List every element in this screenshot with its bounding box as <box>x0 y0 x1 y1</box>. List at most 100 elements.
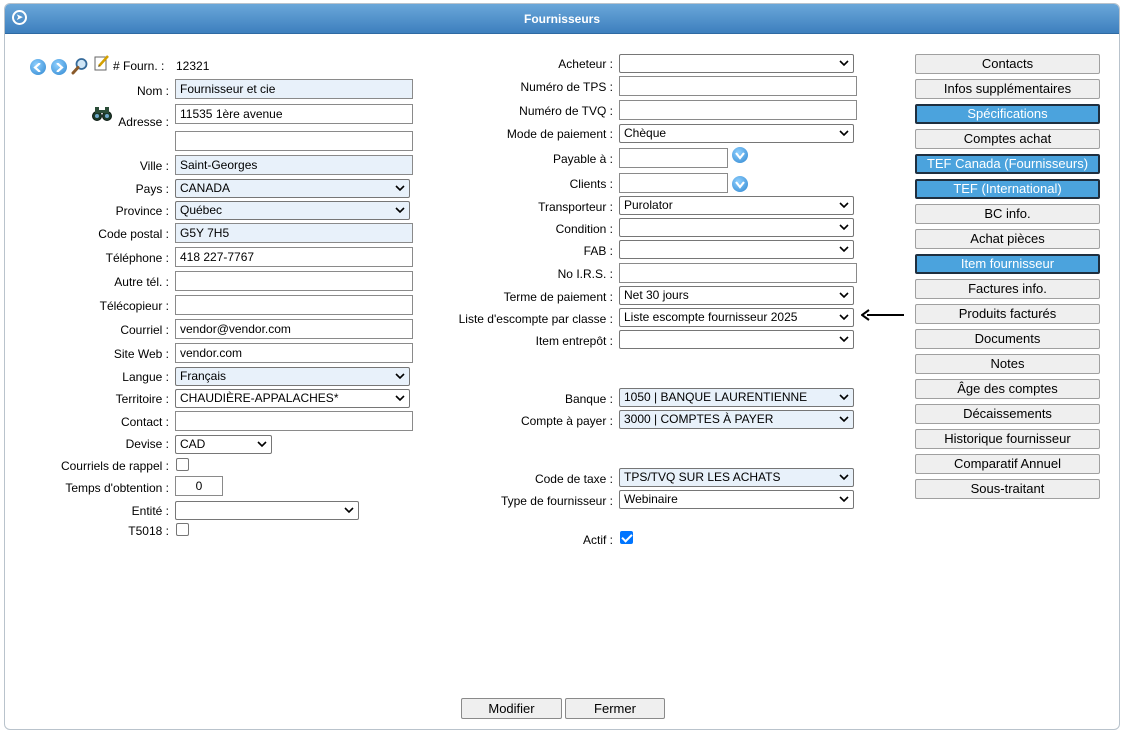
bank-select[interactable]: 1050 | BANQUE LAURENTIENNE <box>619 388 854 407</box>
clients-lookup-icon[interactable] <box>732 176 748 192</box>
sidebar-btn-documents[interactable]: Documents <box>915 329 1100 349</box>
payable-lookup-icon[interactable] <box>732 147 748 163</box>
tax-code-select-value: TPS/TVQ SUR LES ACHATS <box>624 470 781 484</box>
supplier-type-select[interactable]: Webinaire <box>619 490 854 509</box>
chevron-down-icon <box>839 314 849 321</box>
sidebar-btn-parts-purchase[interactable]: Achat pièces <box>915 229 1100 249</box>
bank-label: Banque : <box>564 392 613 406</box>
fob-label: FAB : <box>583 244 613 258</box>
sidebar-btn-annual-comparison[interactable]: Comparatif Annuel <box>915 454 1100 474</box>
close-button[interactable]: Fermer <box>565 698 665 719</box>
sidebar-btn-invoiced-products[interactable]: Produits facturés <box>915 304 1100 324</box>
lead-time-field[interactable]: 0 <box>175 476 223 496</box>
chevron-down-icon <box>839 202 849 209</box>
sidebar-btn-eft-international[interactable]: TEF (International) <box>915 179 1100 199</box>
tax-code-select[interactable]: TPS/TVQ SUR LES ACHATS <box>619 468 854 487</box>
sidebar-btn-supplier-history[interactable]: Historique fournisseur <box>915 429 1100 449</box>
entity-select[interactable] <box>175 501 359 520</box>
chevron-down-icon <box>344 507 354 514</box>
sidebar-btn-disbursements[interactable]: Décaissements <box>915 404 1100 424</box>
territory-select[interactable]: CHAUDIÈRE-APPALACHES* <box>175 389 410 408</box>
qst-number-field[interactable] <box>619 100 857 120</box>
city-field[interactable]: Saint-Georges <box>175 155 413 175</box>
condition-select[interactable] <box>619 218 854 237</box>
reminder-emails-checkbox[interactable] <box>176 458 189 471</box>
phone-label: Téléphone : <box>105 251 169 265</box>
sidebar-btn-purchase-accounts[interactable]: Comptes achat <box>915 129 1100 149</box>
warehouse-item-select[interactable] <box>619 330 854 349</box>
postal-code-label: Code postal : <box>98 227 169 241</box>
carrier-select-value: Purolator <box>624 198 673 212</box>
gst-number-field[interactable] <box>619 76 857 96</box>
email-label: Courriel : <box>120 323 169 337</box>
arrow-left-icon <box>861 309 904 321</box>
currency-label: Devise : <box>125 437 169 451</box>
carrier-select[interactable]: Purolator <box>619 196 854 215</box>
irs-number-field[interactable] <box>619 263 857 283</box>
sidebar-btn-contacts[interactable]: Contacts <box>915 54 1100 74</box>
fax-field[interactable] <box>175 295 413 315</box>
sidebar-btn-eft-canada[interactable]: TEF Canada (Fournisseurs) <box>915 154 1100 174</box>
sidebar-btn-account-aging[interactable]: Âge des comptes <box>915 379 1100 399</box>
province-select[interactable]: Québec <box>175 201 410 220</box>
country-select[interactable]: CANADA <box>175 179 410 198</box>
territory-label: Territoire : <box>115 392 169 406</box>
edit-icon[interactable] <box>94 54 110 71</box>
sidebar-btn-subcontractor[interactable]: Sous-traitant <box>915 479 1100 499</box>
accounts-payable-select[interactable]: 3000 | COMPTES À PAYER <box>619 410 854 429</box>
clients-label: Clients : <box>569 177 613 191</box>
phone-field[interactable]: 418 227-7767 <box>175 247 413 267</box>
bank-select-value: 1050 | BANQUE LAURENTIENNE <box>624 390 808 404</box>
website-field[interactable]: vendor.com <box>175 343 413 363</box>
discount-list-select[interactable]: Liste escompte fournisseur 2025 <box>619 308 854 327</box>
tax-code-label: Code de taxe : <box>534 472 613 486</box>
contact-field[interactable] <box>175 411 413 431</box>
country-label: Pays : <box>135 182 169 196</box>
lead-time-label: Temps d'obtention : <box>65 481 169 495</box>
name-field[interactable]: Fournisseur et cie <box>175 79 413 99</box>
previous-record-icon[interactable] <box>30 59 46 75</box>
chevron-down-icon <box>395 185 405 192</box>
sidebar-btn-po-info[interactable]: BC info. <box>915 204 1100 224</box>
buyer-select[interactable] <box>619 54 854 73</box>
other-phone-label: Autre tél. : <box>114 275 169 289</box>
search-icon[interactable] <box>71 57 89 75</box>
website-label: Site Web : <box>113 347 169 361</box>
email-field[interactable]: vendor@vendor.com <box>175 319 413 339</box>
sidebar-btn-additional-info[interactable]: Infos supplémentaires <box>915 79 1100 99</box>
postal-code-field[interactable]: G5Y 7H5 <box>175 223 413 243</box>
other-phone-field[interactable] <box>175 271 413 291</box>
qst-number-label: Numéro de TVQ : <box>519 104 613 118</box>
language-select[interactable]: Français <box>175 367 410 386</box>
t5018-checkbox[interactable] <box>176 523 189 536</box>
sidebar-btn-invoices-info[interactable]: Factures info. <box>915 279 1100 299</box>
next-record-icon[interactable] <box>51 59 67 75</box>
clients-field[interactable] <box>619 173 728 193</box>
chevron-down-icon <box>839 246 849 253</box>
sidebar-btn-notes[interactable]: Notes <box>915 354 1100 374</box>
chevron-down-icon <box>257 441 267 448</box>
payable-to-field[interactable] <box>619 148 728 168</box>
payment-method-select[interactable]: Chèque <box>619 124 854 143</box>
chevron-down-icon <box>839 292 849 299</box>
address-line2-field[interactable] <box>175 131 413 151</box>
address-line1-field[interactable]: 11535 1ère avenue <box>175 104 413 124</box>
modify-button[interactable]: Modifier <box>461 698 562 719</box>
condition-label: Condition : <box>555 222 613 236</box>
window-title: Fournisseurs <box>523 12 601 26</box>
titlebar: ➤ Fournisseurs <box>5 4 1119 34</box>
chevron-down-icon <box>839 224 849 231</box>
supplier-number-label: # Fourn. : <box>113 59 165 73</box>
language-select-value: Français <box>180 369 227 383</box>
entity-label: Entité : <box>131 504 169 518</box>
sidebar-btn-supplier-item[interactable]: Item fournisseur <box>915 254 1100 274</box>
fob-select[interactable] <box>619 240 854 259</box>
chevron-down-icon <box>839 60 849 67</box>
active-checkbox[interactable] <box>620 531 633 544</box>
currency-select[interactable]: CAD <box>175 435 272 454</box>
sidebar-btn-specifications[interactable]: Spécifications <box>915 104 1100 124</box>
supplier-number-value: 12321 <box>176 59 210 73</box>
payment-terms-select[interactable]: Net 30 jours <box>619 286 854 305</box>
province-label: Province : <box>115 204 169 218</box>
payment-terms-select-value: Net 30 jours <box>624 288 689 302</box>
